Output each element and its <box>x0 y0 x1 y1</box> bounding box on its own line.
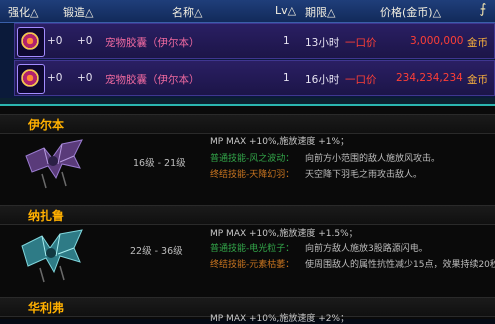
bid-type: 一口价 <box>345 74 377 86</box>
enhance-value: +0 <box>47 35 63 47</box>
bid-type: 一口价 <box>345 37 377 49</box>
auction-header: 强化△ 锻造△ 名称△ Lv△ 期限△ 价格(金币)△ ⨍ <box>0 0 495 23</box>
item-level: 1 <box>283 35 290 47</box>
sort-enhance-header[interactable]: 强化△ <box>8 4 38 20</box>
forge-value: +0 <box>77 72 93 84</box>
pet-bat-image <box>21 229 83 283</box>
pet-name: 伊尔本 <box>28 118 65 132</box>
pet-name: 纳扎鲁 <box>28 209 65 223</box>
item-name: 宠物胶囊（伊尔本） <box>105 37 200 49</box>
item-price: 3,000,000 <box>410 35 464 47</box>
price-currency: 金币 <box>467 37 488 49</box>
pet-skill-normal: 普通技能-风之波动： <box>210 154 295 164</box>
item-slot[interactable] <box>17 27 45 57</box>
pet-capsule-icon <box>21 32 39 50</box>
pet-section-header <box>0 205 495 225</box>
auction-row[interactable]: +0 +0 宠物胶囊（伊尔本） 1 16小时 一口价 234,234,234 金… <box>14 60 495 96</box>
item-price: 234,234,234 <box>396 72 463 84</box>
sort-level-header[interactable]: Lv△ <box>275 4 296 17</box>
sort-duration-header[interactable]: 期限△ <box>305 4 335 20</box>
pet-level-range: 16级 - 21级 <box>133 158 186 169</box>
pet-info-panel: 伊尔本 16级 - 21级 MP MAX +10%,施放速度 +1%； 普通技能… <box>0 106 495 324</box>
pet-skill-finisher: 终结技能-天降幻羽： <box>210 170 295 180</box>
pet-capsule-icon <box>21 69 39 87</box>
pet-skill-finisher-desc: 天空降下羽毛之雨攻击敌人。 <box>305 170 423 180</box>
pet-skill-finisher: 终结技能-元素枯萎： <box>210 260 295 270</box>
pet-section-header <box>0 114 495 134</box>
pet-level-range: 22级 - 36级 <box>130 246 183 257</box>
pet-bat-image <box>25 139 83 189</box>
item-name: 宠物胶囊（伊尔本） <box>105 74 200 86</box>
pet-skill-finisher-desc: 使周围敌人的属性抗性减少15点，效果持续20秒。 <box>305 260 495 270</box>
auction-row[interactable]: +0 +0 宠物胶囊（伊尔本） 1 13小时 一口价 3,000,000 金币 <box>14 23 495 59</box>
item-slot[interactable] <box>17 64 45 94</box>
pet-skill-normal-desc: 向前方小范围的敌人施放风攻击。 <box>305 154 441 164</box>
pet-stats: MP MAX +10%,施放速度 +2%； <box>210 314 350 324</box>
pin-icon[interactable]: ⨍ <box>474 1 492 19</box>
price-currency: 金币 <box>467 74 488 86</box>
sort-name-header[interactable]: 名称△ <box>172 4 202 20</box>
item-duration: 16小时 <box>305 74 340 86</box>
pet-skill-normal-desc: 向前方敌人施放3股路源闪电。 <box>305 244 428 254</box>
pet-name: 华利弗 <box>28 301 65 315</box>
sort-forge-header[interactable]: 锻造△ <box>63 4 93 20</box>
sort-price-header[interactable]: 价格(金币)△ <box>380 4 441 20</box>
auction-panel: 强化△ 锻造△ 名称△ Lv△ 期限△ 价格(金币)△ ⨍ +0 +0 宠物胶囊… <box>0 0 495 104</box>
pet-stats: MP MAX +10%,施放速度 +1.5%； <box>210 229 358 239</box>
item-level: 1 <box>283 72 290 84</box>
forge-value: +0 <box>77 35 93 47</box>
pet-skill-normal: 普通技能-电光粒子： <box>210 244 295 254</box>
pet-stats: MP MAX +10%,施放速度 +1%； <box>210 137 350 147</box>
item-duration: 13小时 <box>305 37 340 49</box>
enhance-value: +0 <box>47 72 63 84</box>
